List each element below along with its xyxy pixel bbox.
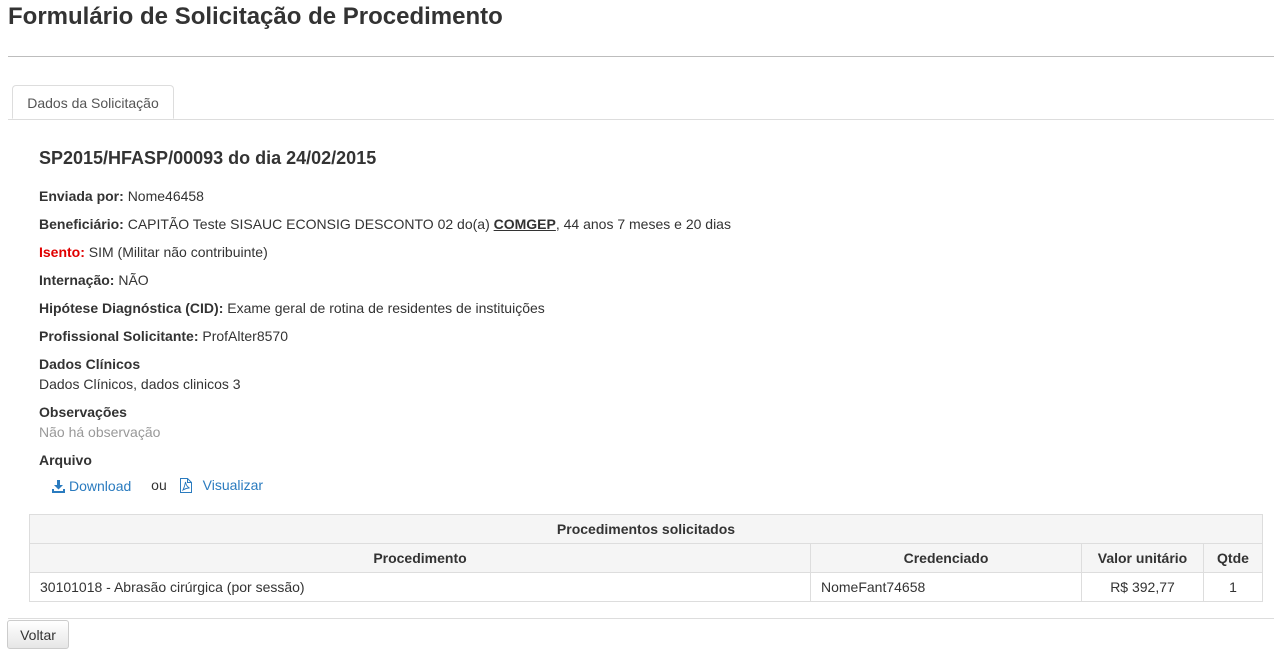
provider-cell: NomeFant74658	[810, 572, 1082, 601]
exempt-label: Isento:	[39, 244, 85, 260]
requester-value: ProfAlter8570	[202, 328, 288, 344]
field-hospitalization: Internação: NÃO	[39, 271, 149, 289]
sent-by-label: Enviada por:	[39, 188, 124, 204]
hospitalization-label: Internação:	[39, 272, 115, 288]
field-diagnosis: Hipótese Diagnóstica (CID): Exame geral …	[39, 299, 545, 317]
tab-dados-da-solicitacao[interactable]: Dados da Solicitação	[12, 85, 174, 119]
field-exempt: Isento: SIM (Militar não contribuinte)	[39, 243, 268, 261]
procedures-panel: Procedimentos solicitados Procedimento C…	[29, 514, 1263, 602]
pdf-file-icon	[179, 477, 192, 493]
file-links: Download ou Visualizar	[52, 475, 263, 498]
page-title: Formulário de Solicitação de Procediment…	[8, 3, 503, 30]
view-link[interactable]: Visualizar	[179, 475, 263, 495]
request-heading: SP2015/HFASP/00093 do dia 24/02/2015	[39, 148, 377, 168]
procedures-panel-title: Procedimentos solicitados	[30, 515, 1262, 544]
or-separator: ou	[151, 476, 167, 493]
beneficiary-org: COMGEP	[493, 216, 556, 232]
field-clinical: Dados Clínicos Dados Clínicos, dados cli…	[39, 355, 241, 393]
view-label: Visualizar	[202, 477, 264, 493]
back-button[interactable]: Voltar	[7, 620, 69, 649]
requester-label: Profissional Solicitante:	[39, 328, 199, 344]
col-unit-value-header: Valor unitário	[1081, 544, 1204, 573]
procedures-table: Procedimento Credenciado Valor unitário …	[30, 544, 1262, 601]
col-provider-header: Credenciado	[810, 544, 1082, 573]
field-sent-by: Enviada por: Nome46458	[39, 187, 204, 205]
hospitalization-value: NÃO	[118, 272, 149, 288]
observations-value: Não há observação	[39, 424, 161, 440]
unit-value-cell: R$ 392,77	[1081, 572, 1204, 601]
download-link[interactable]: Download	[52, 476, 131, 496]
clinical-label: Dados Clínicos	[39, 356, 141, 372]
procedures-table-header: Procedimento Credenciado Valor unitário …	[30, 544, 1262, 573]
procedure-cell: 30101018 - Abrasão cirúrgica (por sessão…	[40, 579, 305, 595]
file-label: Arquivo	[39, 452, 92, 468]
sent-by-value: Nome46458	[127, 188, 204, 204]
beneficiary-label: Beneficiário:	[39, 216, 124, 232]
field-observations: Observações Não há observação	[39, 403, 160, 441]
tab-bar-divider	[8, 119, 1274, 120]
beneficiary-age: , 44 anos 7 meses e 20 dias	[555, 216, 731, 232]
field-requester: Profissional Solicitante: ProfAlter8570	[39, 327, 288, 345]
clinical-value: Dados Clínicos, dados clinicos 3	[39, 376, 241, 392]
qty-cell: 1	[1203, 572, 1262, 601]
field-file: Arquivo	[39, 451, 92, 469]
download-icon	[52, 479, 65, 493]
title-divider	[8, 56, 1274, 57]
download-label: Download	[69, 478, 132, 494]
table-row: 30101018 - Abrasão cirúrgica (por sessão…	[30, 572, 1262, 601]
diagnosis-label: Hipótese Diagnóstica (CID):	[39, 300, 224, 316]
field-beneficiary: Beneficiário: CAPITÃO Teste SISAUC ECONS…	[39, 215, 731, 233]
footer-divider	[8, 618, 1274, 619]
col-qty-header: Qtde	[1203, 544, 1262, 573]
exempt-value: SIM (Militar não contribuinte)	[88, 244, 268, 260]
col-procedure-header: Procedimento	[30, 544, 811, 573]
observations-label: Observações	[39, 404, 127, 420]
beneficiary-value: CAPITÃO Teste SISAUC ECONSIG DESCONTO 02…	[127, 216, 490, 232]
diagnosis-value: Exame geral de rotina de residentes de i…	[227, 300, 545, 316]
